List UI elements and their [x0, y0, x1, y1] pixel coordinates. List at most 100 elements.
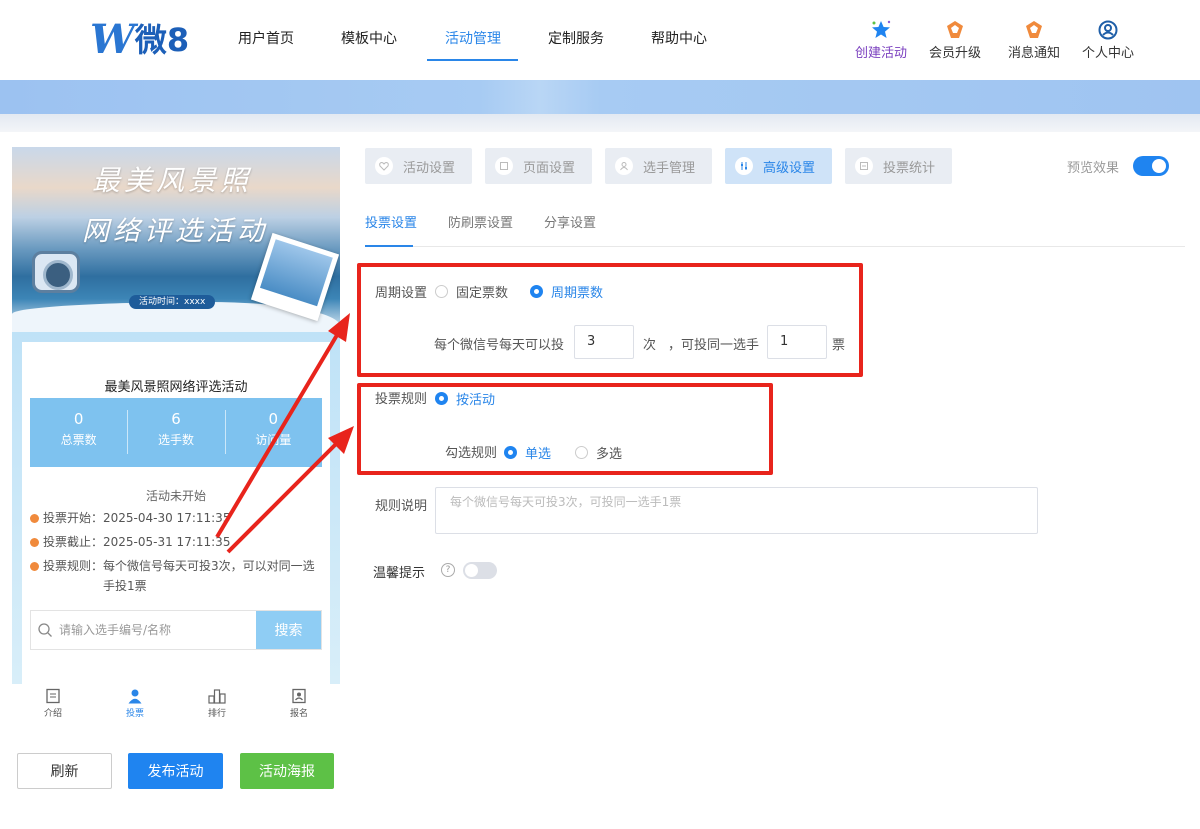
- tab-signup[interactable]: 报名: [258, 684, 340, 726]
- person-icon: [615, 157, 633, 175]
- user-center-button[interactable]: 个人中心: [1078, 20, 1138, 61]
- member-upgrade-label: 会员升级: [928, 46, 981, 61]
- info-dot-icon: [30, 538, 39, 547]
- nav-templates[interactable]: 模板中心: [341, 28, 397, 48]
- subtab-share-settings[interactable]: 分享设置: [544, 212, 596, 231]
- vote-end-info: 投票截止：2025-05-31 17:11:35: [30, 532, 230, 552]
- heart-icon: [375, 157, 393, 175]
- refresh-button[interactable]: 刷新: [17, 753, 112, 789]
- info-dot-icon: [30, 562, 39, 571]
- signup-icon: [292, 688, 306, 704]
- poster-title-line1: 最美风景照: [92, 164, 253, 197]
- notifications-label: 消息通知: [1007, 46, 1060, 61]
- vote-start-text: 投票开始：2025-04-30 17:11:35: [43, 511, 231, 525]
- subtab-vote-settings[interactable]: 投票设置: [365, 212, 417, 231]
- player-search-input[interactable]: [59, 611, 256, 649]
- tab-vote-label: 投票: [125, 709, 144, 719]
- nav-active-indicator: [427, 59, 518, 61]
- step-label: 高级设置: [763, 160, 816, 176]
- logo-text: 微8: [134, 21, 190, 59]
- player-search: 搜索: [30, 610, 322, 650]
- banner-shadow: [0, 114, 1200, 132]
- person-icon: [128, 689, 142, 704]
- page-icon: [495, 157, 513, 175]
- stat-label: 访问量: [255, 433, 292, 447]
- vote-rule-info: 投票规则：每个微信号每天可投3次，可以对同一选手投1票: [30, 556, 320, 596]
- step-label: 投票统计: [883, 160, 936, 176]
- nav-home[interactable]: 用户首页: [238, 28, 294, 48]
- stat-label: 总票数: [60, 433, 97, 447]
- warm-tip-label: 温馨提示: [373, 566, 426, 581]
- intro-icon: [46, 688, 60, 704]
- chart-icon: [855, 157, 873, 175]
- header-banner: [0, 80, 1200, 114]
- step-vote-statistics[interactable]: 投票统计: [845, 148, 952, 184]
- step-activity-settings[interactable]: 活动设置: [365, 148, 472, 184]
- nav-custom-service[interactable]: 定制服务: [548, 28, 604, 48]
- step-label: 选手管理: [643, 160, 696, 176]
- stat-value: 0: [268, 410, 279, 428]
- vote-end-text: 投票截止：2025-05-31 17:11:35: [43, 535, 231, 549]
- annotation-box-rule: [357, 383, 773, 475]
- stat-total-votes: 0 总票数: [30, 398, 127, 467]
- camera-icon: [32, 251, 80, 293]
- crown-icon: [947, 21, 963, 38]
- step-label: 页面设置: [523, 160, 576, 176]
- activity-title: 最美风景照网络评选活动: [104, 380, 248, 395]
- stat-label: 选手数: [157, 433, 194, 447]
- step-label: 活动设置: [403, 160, 456, 176]
- notifications-button[interactable]: 消息通知: [1004, 20, 1064, 61]
- top-navigation: W 微8 用户首页 模板中心 活动管理 定制服务 帮助中心 创建活动 会员升级 …: [0, 0, 1200, 80]
- bell-icon: [1026, 21, 1042, 38]
- info-dot-icon: [30, 514, 39, 523]
- user-center-label: 个人中心: [1081, 46, 1134, 61]
- nav-help-center[interactable]: 帮助中心: [651, 28, 707, 48]
- poster-image: 最美风景照 网络评选活动 活动时间：xxxx: [12, 147, 340, 332]
- tab-intro-label: 介绍: [43, 709, 62, 719]
- rule-description-textarea[interactable]: 每个微信号每天可投3次，可投同一选手1票: [435, 487, 1038, 534]
- warm-tip-toggle[interactable]: [463, 562, 497, 579]
- tab-signup-label: 报名: [289, 709, 308, 719]
- subtab-active-indicator: [365, 245, 413, 247]
- vote-rule-text: 每个微信号每天可投3次，可以对同一选手投1票: [103, 559, 315, 593]
- ranking-icon: [208, 689, 226, 704]
- member-upgrade-button[interactable]: 会员升级: [925, 20, 985, 61]
- search-button[interactable]: 搜索: [256, 611, 321, 649]
- preview-tabbar: 介绍 投票 排行 报名: [12, 684, 340, 726]
- step-player-management[interactable]: 选手管理: [605, 148, 712, 184]
- tab-vote[interactable]: 投票: [94, 684, 176, 726]
- annotation-box-cycle: [357, 263, 863, 377]
- subtab-divider: [365, 246, 1185, 247]
- logo[interactable]: W 微8: [90, 18, 190, 62]
- vote-start-info: 投票开始：2025-04-30 17:11:35: [30, 508, 230, 528]
- poster-time: 活动时间：xxxx: [129, 295, 216, 309]
- preview-card: 最美风景照网络评选活动 0 总票数 6 选手数 0 访问量 活动未开始 投票开始…: [22, 342, 330, 684]
- tab-ranking-label: 排行: [207, 709, 226, 719]
- rule-description-label: 规则说明: [375, 499, 428, 514]
- search-icon: [31, 611, 59, 649]
- vote-rule-label: 投票规则：: [43, 559, 104, 573]
- settings-icon: [735, 157, 753, 175]
- step-advanced-settings[interactable]: 高级设置: [725, 148, 832, 184]
- preview-effect-label: 预览效果: [1067, 161, 1120, 176]
- tab-ranking[interactable]: 排行: [176, 684, 258, 726]
- preview-card-frame: 最美风景照网络评选活动 0 总票数 6 选手数 0 访问量 活动未开始 投票开始…: [12, 332, 340, 684]
- help-icon[interactable]: ?: [441, 563, 455, 577]
- stat-value: 0: [73, 410, 84, 428]
- stat-value: 6: [171, 410, 181, 428]
- star-icon: [872, 20, 891, 38]
- logo-mark: W: [90, 16, 135, 63]
- preview-effect-toggle[interactable]: [1133, 156, 1169, 176]
- activity-status: 活动未开始: [145, 489, 206, 503]
- create-activity-button[interactable]: 创建活动: [851, 20, 911, 61]
- stat-visits: 0 访问量: [224, 398, 322, 467]
- subtab-anti-fraud[interactable]: 防刷票设置: [448, 212, 513, 231]
- nav-activity-management[interactable]: 活动管理: [445, 28, 501, 48]
- stat-players: 6 选手数: [127, 398, 224, 467]
- create-activity-label: 创建活动: [854, 46, 907, 61]
- activity-poster-button[interactable]: 活动海报: [240, 753, 334, 789]
- step-page-settings[interactable]: 页面设置: [485, 148, 592, 184]
- publish-activity-button[interactable]: 发布活动: [128, 753, 223, 789]
- stats-bar: 0 总票数 6 选手数 0 访问量: [30, 398, 322, 467]
- tab-intro[interactable]: 介绍: [12, 684, 94, 726]
